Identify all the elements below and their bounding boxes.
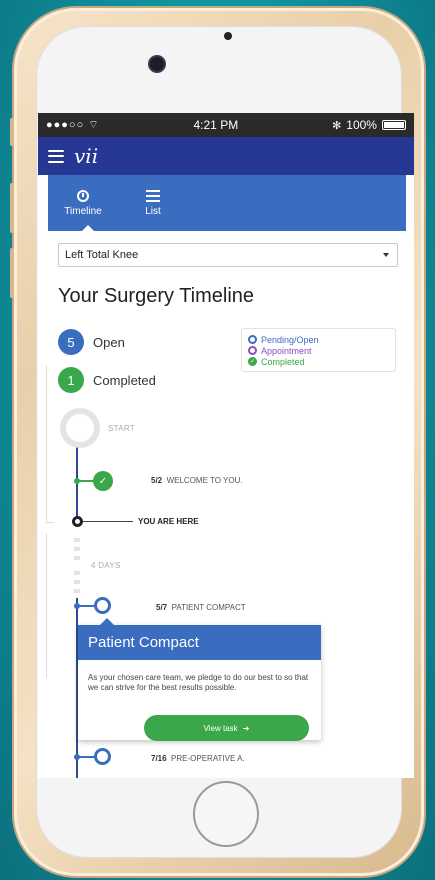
completed-count-label: Completed	[93, 372, 156, 388]
procedure-select[interactable]: Left Total Knee	[58, 243, 398, 267]
view-task-label: View task	[203, 723, 238, 733]
view-task-button[interactable]: View task ➔	[144, 715, 309, 741]
app-logo: vii	[74, 144, 99, 168]
legend-item-completed: ✓ Completed	[248, 356, 395, 367]
you-are-here-label: YOU ARE HERE	[138, 517, 199, 526]
bluetooth-icon: ✻	[332, 119, 342, 132]
legend-pending-label: Pending/Open	[261, 334, 319, 345]
tab-bar: Timeline List	[48, 175, 406, 231]
timeline-dash	[74, 571, 80, 575]
timeline-dash	[74, 580, 80, 584]
menu-icon[interactable]	[48, 149, 64, 163]
timeline-gap-label: 4 DAYS	[91, 561, 121, 570]
sensor-dot	[224, 32, 232, 40]
timeline-start-label: START	[108, 424, 135, 433]
tab-list[interactable]: List	[118, 175, 188, 231]
open-count-badge: 5	[58, 329, 84, 355]
completed-count-badge: 1	[58, 367, 84, 393]
status-right: ✻ 100%	[332, 118, 406, 132]
signal-indicator: ●●●○○ ⌔	[46, 118, 100, 132]
completed-check-icon[interactable]: ✓	[93, 471, 113, 491]
popup-title: Patient Compact	[78, 625, 321, 660]
app-bar: vii	[38, 137, 414, 175]
tab-timeline-label: Timeline	[64, 205, 102, 217]
legend-completed-label: Completed	[261, 356, 305, 367]
event-date: 7/16	[151, 754, 167, 763]
pending-ring-icon	[248, 335, 257, 344]
tab-list-label: List	[145, 205, 161, 217]
list-icon	[146, 189, 160, 202]
timeline-dash	[74, 547, 80, 551]
battery-percent: 100%	[346, 118, 377, 132]
front-camera	[150, 57, 164, 71]
event-popup: Patient Compact As your chosen care team…	[78, 618, 321, 741]
event-title: PATIENT COMPACT	[171, 603, 246, 612]
clock-icon	[77, 189, 89, 202]
mute-switch	[10, 118, 14, 146]
open-count: 5 Open	[58, 329, 125, 355]
timeline-dash	[74, 556, 80, 560]
status-legend: Pending/Open Appointment ✓ Completed	[241, 328, 396, 372]
volume-down-button	[10, 248, 14, 298]
timeline-dash	[74, 589, 80, 593]
timeline-event-pre-operative[interactable]: 7/16 PRE-OPERATIVE A.	[151, 754, 245, 763]
procedure-select-value: Left Total Knee	[65, 249, 139, 261]
completed-count: 1 Completed	[58, 367, 156, 393]
status-time: 4:21 PM	[193, 118, 239, 132]
pending-ring-icon[interactable]	[94, 597, 111, 614]
home-button[interactable]	[193, 781, 259, 847]
app-screen: ●●●○○ ⌔ 4:21 PM ✻ 100% vii Timeline List…	[38, 113, 414, 778]
card-edge	[46, 365, 54, 523]
legend-item-appointment: Appointment	[248, 345, 395, 356]
timeline-event-welcome[interactable]: 5/2 WELCOME TO YOU.	[151, 476, 243, 485]
signal-dots: ●●●○○	[46, 119, 85, 131]
event-date: 5/2	[151, 476, 163, 485]
completed-check-icon: ✓	[248, 357, 257, 366]
arrow-right-icon: ➔	[242, 723, 250, 733]
caret-down-icon	[383, 253, 389, 257]
event-title: WELCOME TO YOU.	[166, 476, 243, 485]
open-count-label: Open	[93, 334, 125, 350]
page-title: Your Surgery Timeline	[58, 285, 255, 307]
wifi-icon: ⌔	[88, 119, 100, 131]
you-are-here-line	[83, 521, 133, 522]
timeline-dash	[74, 538, 80, 542]
pending-ring-icon[interactable]	[94, 748, 111, 765]
status-bar: ●●●○○ ⌔ 4:21 PM ✻ 100%	[38, 113, 414, 137]
timeline-start-node	[60, 408, 100, 448]
legend-appointment-label: Appointment	[261, 345, 312, 356]
popup-body: As your chosen care team, we pledge to d…	[88, 673, 309, 692]
event-title: PRE-OPERATIVE A.	[171, 754, 245, 763]
event-date: 5/7	[156, 603, 168, 612]
battery-icon	[381, 120, 406, 130]
appointment-ring-icon	[248, 346, 257, 355]
timeline-event-patient-compact[interactable]: 5/7 PATIENT COMPACT	[156, 603, 246, 612]
legend-item-pending: Pending/Open	[248, 334, 395, 345]
you-are-here-marker	[72, 516, 83, 527]
volume-up-button	[10, 183, 14, 233]
tab-timeline[interactable]: Timeline	[48, 175, 118, 231]
card-edge	[46, 533, 54, 678]
